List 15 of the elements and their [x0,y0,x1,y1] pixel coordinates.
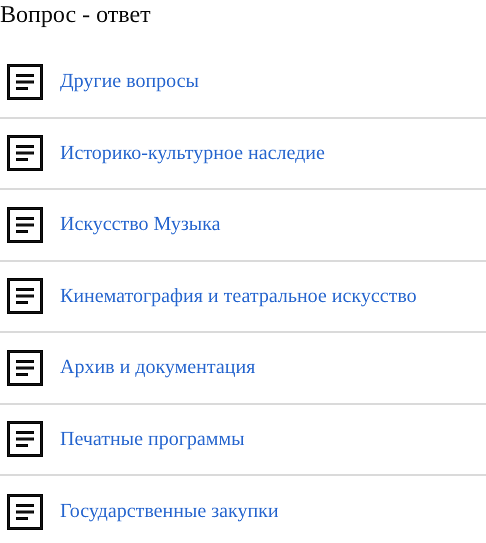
document-icon [7,350,43,386]
document-icon [7,421,43,458]
document-icon [7,64,43,100]
category-link[interactable]: Архив и документация [60,356,256,380]
category-link[interactable]: Печатные программы [60,428,245,451]
category-link[interactable]: Кинематография и театральное искусство [60,284,417,308]
category-link[interactable]: Другие вопросы [60,70,199,94]
page-title: Вопрос - ответ [0,1,152,30]
category-link[interactable]: Государственные закупки [60,500,279,524]
document-icon [7,206,43,243]
document-icon [7,278,43,314]
category-link[interactable]: Искусство Музыка [60,213,220,236]
document-icon [7,135,43,172]
category-link[interactable]: Историко-культурное наследие [60,142,325,165]
document-icon [7,494,43,530]
